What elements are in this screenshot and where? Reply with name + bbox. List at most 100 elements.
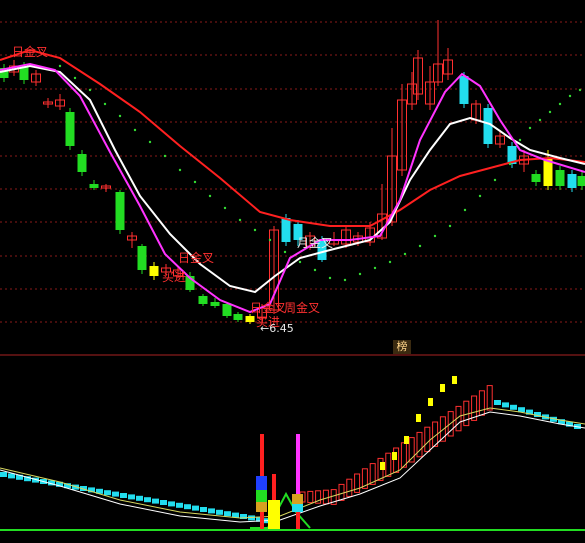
trend-dot (178, 168, 182, 172)
stock-chart[interactable] (0, 0, 585, 543)
indicator-bar-cyan (494, 400, 501, 405)
indicator-bar-red (322, 489, 329, 505)
indicator-bar-cyan (0, 472, 7, 477)
trend-dot (328, 276, 332, 280)
trend-dot (493, 178, 497, 182)
trend-dot (223, 206, 227, 210)
candle-body-down (77, 154, 87, 172)
signal-block-cyan (292, 504, 303, 512)
indicator-panel (0, 376, 585, 530)
signal-column-magenta (296, 434, 300, 496)
trend-dot (313, 268, 317, 272)
indicator-bar-cyan (128, 494, 135, 500)
indicator-bar-cyan (208, 508, 215, 514)
candle-body-down (577, 176, 585, 186)
indicator-signal-yellow (440, 384, 445, 392)
candle-body-down (245, 316, 255, 322)
candle-body-down (233, 314, 243, 320)
indicator-signal-yellow (380, 462, 385, 470)
indicator-bar-cyan (152, 498, 159, 504)
indicator-bar-red (307, 490, 314, 504)
indicator-bar-red (400, 442, 407, 468)
indicator-bar-red (424, 426, 431, 453)
candle-body-down (149, 266, 159, 276)
trend-dot (518, 138, 522, 142)
trend-dot (298, 260, 302, 264)
trend-dot (283, 250, 287, 254)
indicator-bar-cyan (176, 502, 183, 508)
indicator-bar-cyan (104, 490, 111, 496)
trend-dot (148, 140, 152, 144)
annotation-day-golden-cross-2: 日金叉 (178, 251, 215, 265)
candle-body-down (65, 112, 75, 146)
trend-dot (463, 208, 467, 212)
candle-body-down (198, 296, 208, 304)
moving-averages (0, 48, 585, 314)
candle-body-down (281, 218, 291, 242)
trend-dot (433, 234, 437, 238)
trend-dot (448, 224, 452, 228)
candle-body-down (115, 192, 125, 230)
trend-dot (133, 128, 137, 132)
indicator-bar-cyan (136, 495, 143, 501)
signal-block-yellow (268, 500, 280, 530)
trend-dot (58, 64, 62, 68)
candlesticks (0, 20, 585, 324)
rank-badge[interactable]: 榜 (393, 340, 411, 354)
indicator-bar-cyan (200, 507, 207, 512)
ma-red-line (0, 48, 585, 227)
indicator-bar-cyan (510, 404, 517, 410)
indicator-bar-red (385, 452, 392, 477)
indicator-bar-red (393, 447, 400, 473)
indicator-bar-cyan (224, 511, 231, 517)
indicator-signal-yellow (392, 452, 397, 460)
indicator-signal-yellow (428, 398, 433, 406)
indicator-bar-red (416, 431, 423, 458)
annotation-day-golden-cross-1: 日金叉 (12, 45, 49, 59)
annotation-buy-1: 买进 (162, 270, 187, 284)
signal-block-orange (256, 502, 267, 512)
trend-dot (358, 272, 362, 276)
trend-dot (163, 154, 167, 158)
trend-dot (118, 114, 122, 118)
indicator-bar-cyan (192, 505, 199, 511)
ma-magenta-line (0, 62, 585, 314)
trend-dot (88, 88, 92, 92)
signal-block-green (256, 490, 267, 502)
candle-body-down (89, 184, 99, 188)
indicator-signal-yellow (404, 436, 409, 444)
trend-dot (418, 244, 422, 248)
signal-block-orange (292, 494, 303, 504)
trend-dot (568, 94, 572, 98)
indicator-bar-cyan (168, 501, 175, 507)
trend-dot (558, 102, 562, 106)
indicator-bar-cyan (144, 497, 151, 503)
annotation-day-golden-cross-3: 日金叉 (250, 301, 287, 315)
trend-dot (548, 110, 552, 114)
candle-body-down (459, 76, 469, 104)
signal-block-blue (256, 476, 267, 490)
annotation-month-golden-cross: 月金叉 (297, 236, 334, 250)
indicator-signal-yellow (416, 414, 421, 422)
candle-body-down (222, 304, 232, 316)
annotation-week-golden-cross: 周金叉 (284, 301, 321, 315)
indicator-bar-cyan (216, 509, 223, 515)
indicator-bar-cyan (502, 402, 509, 408)
trend-dot (103, 102, 107, 106)
trend-dot (268, 238, 272, 242)
indicator-bar-red (478, 390, 485, 416)
indicator-bar-cyan (112, 491, 119, 497)
trend-dot (538, 118, 542, 122)
candle-body-down (555, 170, 565, 186)
candle-body-down (531, 174, 541, 182)
ma-white-line (0, 64, 585, 294)
trend-dot (403, 252, 407, 256)
indicator-bar-red (486, 385, 493, 411)
trend-dot (478, 194, 482, 198)
candle-body-down (137, 246, 147, 270)
indicator-bar-red (338, 483, 345, 501)
trend-dot (253, 228, 257, 232)
trend-dot (208, 194, 212, 198)
indicator-bar-cyan (120, 493, 127, 498)
trend-dot (73, 76, 77, 80)
